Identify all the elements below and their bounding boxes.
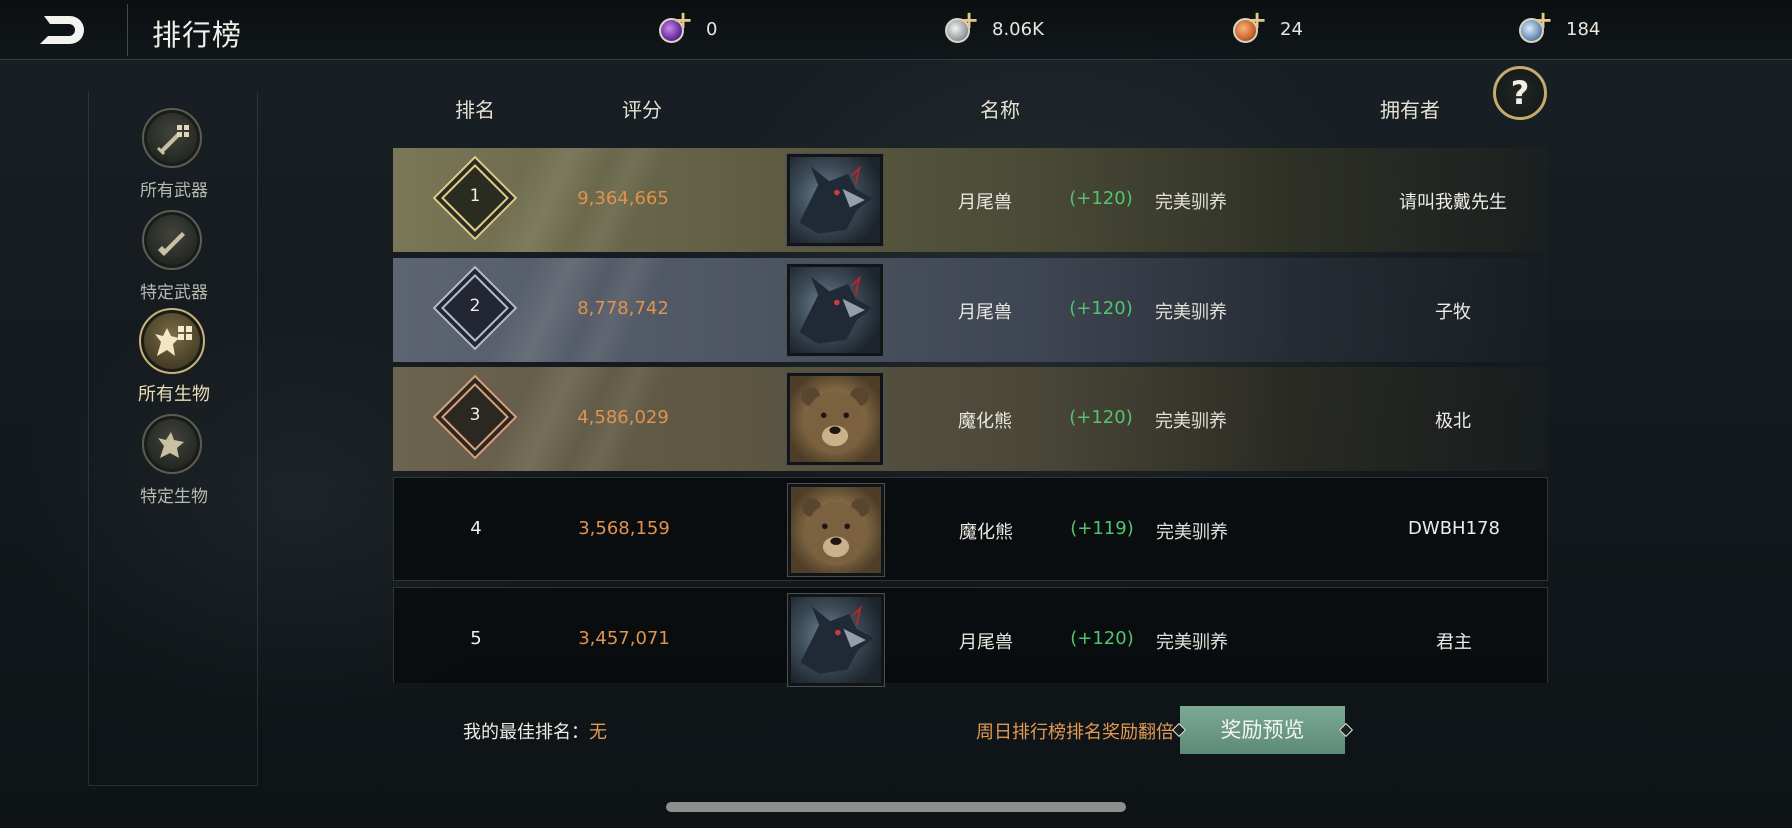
home-indicator[interactable] [666, 802, 1126, 812]
my-best-rank: 我的最佳排名：无 [463, 718, 607, 744]
page-title: 排行榜 [152, 18, 243, 52]
owner-name: DWBH178 [1408, 518, 1500, 539]
sidebar-item-label: 所有生物 [138, 384, 210, 405]
creature-name: 魔化熊 [958, 411, 1012, 432]
header-score: 评分 [622, 98, 662, 122]
sidebar-item-label: 特定生物 [140, 487, 208, 507]
help-button[interactable]: ? [1493, 66, 1547, 120]
help-icon: ? [1510, 74, 1530, 112]
back-button[interactable] [36, 10, 92, 50]
currency-silver: + 8.06K [942, 6, 1044, 47]
tame-status: 完美驯养 [1155, 302, 1227, 323]
creature-bonus: (+120) [1069, 407, 1133, 428]
creature-name: 月尾兽 [959, 632, 1013, 653]
currency-value: 24 [1280, 18, 1303, 40]
score-value: 9,364,665 [577, 188, 669, 209]
silver-orb-icon[interactable]: + [942, 6, 979, 46]
creature-name: 魔化熊 [959, 522, 1013, 543]
currency-value: 184 [1566, 18, 1601, 40]
creature-bonus: (+119) [1070, 518, 1134, 539]
my-best-rank-value: 无 [589, 722, 607, 743]
owner-name: 请叫我戴先生 [1399, 192, 1507, 213]
sword-icon [142, 210, 202, 270]
back-arrow-icon [40, 16, 84, 44]
tame-status: 完美驯养 [1156, 632, 1228, 653]
reward-note: 周日排行榜排名奖励翻倍 [976, 722, 1174, 743]
reward-preview-button[interactable]: 奖励预览 [1180, 706, 1345, 754]
rank-number: 3 [469, 405, 481, 425]
sidebar-item-label: 特定武器 [140, 283, 208, 303]
blue-orb-icon[interactable]: + [1516, 6, 1553, 46]
currency-value: 8.06K [992, 18, 1044, 40]
purple-orb-icon[interactable]: + [656, 6, 693, 46]
creature-bonus: (+120) [1070, 628, 1134, 649]
table-row[interactable]: 2 8,778,742 月尾兽 (+120) 完美驯养 子牧 [393, 258, 1548, 362]
bear-portrait-icon [786, 372, 884, 466]
header-owner: 拥有者 [1380, 98, 1440, 122]
tame-status: 完美驯养 [1155, 411, 1227, 432]
creature-grid-icon [139, 308, 205, 374]
currency-purple: + 0 [656, 6, 718, 47]
sidebar-item-specific-weapon[interactable]: 特定武器 [89, 202, 259, 303]
orange-orb-icon[interactable]: + [1230, 6, 1267, 46]
category-sidebar: 所有武器 特定武器 所有生物 特定生物 [88, 92, 258, 786]
creature-icon [142, 414, 202, 474]
my-best-rank-label: 我的最佳排名： [463, 722, 589, 743]
wolf-portrait-icon [787, 593, 885, 687]
owner-name: 子牧 [1435, 302, 1471, 323]
score-value: 8,778,742 [577, 298, 669, 319]
owner-name: 极北 [1435, 411, 1471, 432]
currency-blue: + 184 [1516, 6, 1601, 47]
sidebar-item-all-weapons[interactable]: 所有武器 [89, 100, 259, 201]
score-value: 3,568,159 [578, 518, 670, 539]
wolf-portrait-icon [786, 153, 884, 247]
score-value: 4,586,029 [577, 407, 669, 428]
table-row[interactable]: 4 3,568,159 魔化熊 (+119) 完美驯养 DWBH178 [393, 477, 1548, 581]
tame-status: 完美驯养 [1155, 192, 1227, 213]
wolf-portrait-icon [786, 263, 884, 357]
rank-number: 4 [470, 518, 482, 539]
sidebar-item-all-creatures[interactable]: 所有生物 [89, 304, 259, 405]
title-divider [127, 4, 128, 56]
creature-bonus: (+120) [1069, 298, 1133, 319]
sidebar-item-label: 所有武器 [140, 181, 208, 201]
bear-portrait-icon [787, 483, 885, 577]
currency-orange: + 24 [1230, 6, 1303, 47]
currency-value: 0 [706, 18, 718, 40]
sword-grid-icon [142, 108, 202, 168]
owner-name: 君主 [1436, 632, 1472, 653]
sidebar-item-specific-creature[interactable]: 特定生物 [89, 406, 259, 507]
top-bar: 排行榜 + 0 + 8.06K + 24 + 184 [0, 0, 1792, 60]
creature-name: 月尾兽 [958, 192, 1012, 213]
score-value: 3,457,071 [578, 628, 670, 649]
leaderboard-screen: 排行榜 + 0 + 8.06K + 24 + 184 所有武器 特定武器 所有生… [0, 0, 1792, 828]
rank-number: 2 [469, 296, 481, 316]
creature-bonus: (+120) [1069, 188, 1133, 209]
table-row[interactable]: 1 9,364,665 月尾兽 (+120) 完美驯养 请叫我戴先生 [393, 148, 1548, 252]
rank-number: 1 [469, 186, 481, 206]
table-row[interactable]: 5 3,457,071 月尾兽 (+120) 完美驯养 君主 [393, 587, 1548, 687]
tame-status: 完美驯养 [1156, 522, 1228, 543]
creature-name: 月尾兽 [958, 302, 1012, 323]
table-row[interactable]: 3 4,586,029 魔化熊 (+120) 完美驯养 极北 [393, 367, 1548, 471]
header-name: 名称 [980, 98, 1020, 122]
rank-number: 5 [470, 628, 482, 649]
header-rank: 排名 [455, 98, 495, 122]
